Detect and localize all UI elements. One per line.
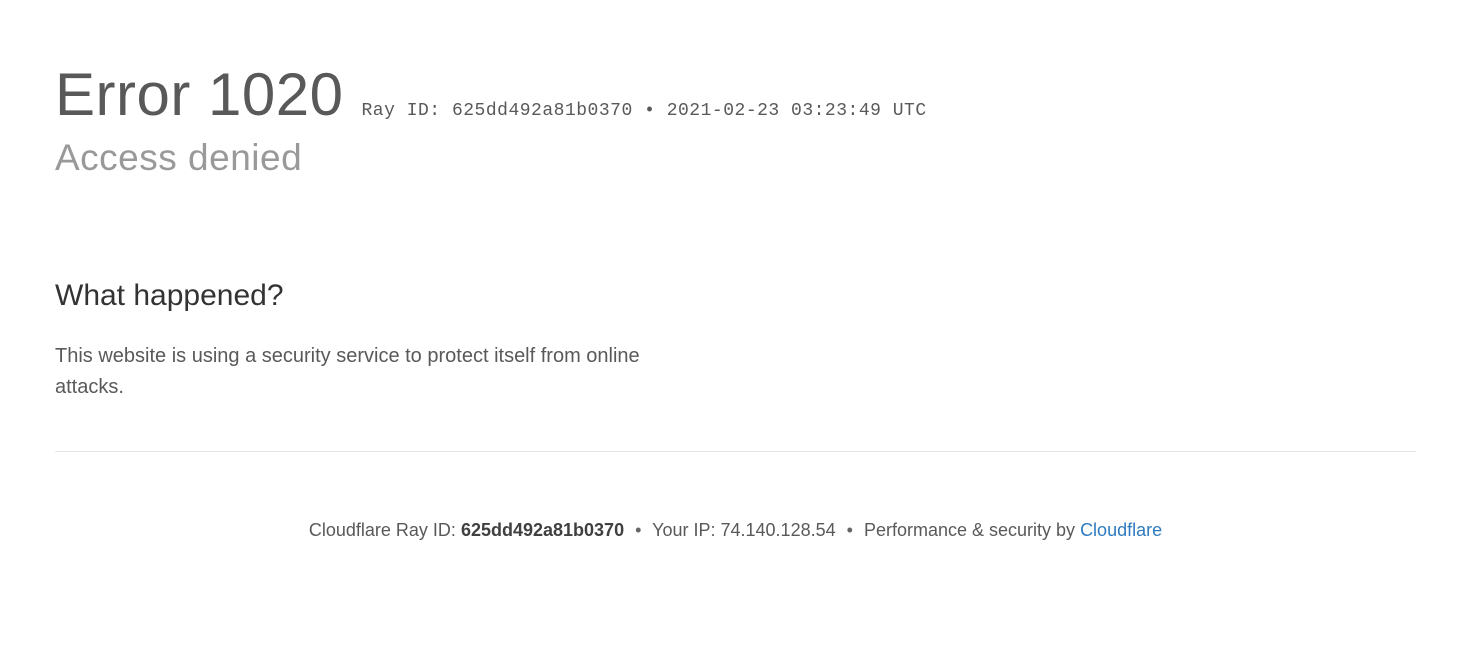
error-label: Error	[55, 61, 191, 128]
error-code: Error 1020	[55, 60, 344, 129]
cloudflare-link[interactable]: Cloudflare	[1080, 520, 1162, 540]
error-number: 1020	[208, 61, 343, 128]
footer-separator-2: •	[841, 520, 859, 540]
footer-ip-value: 74.140.128.54	[721, 520, 836, 540]
footer-ray-id: 625dd492a81b0370	[461, 520, 624, 540]
ray-id-label: Ray ID:	[362, 101, 441, 121]
footer-ray-label: Cloudflare Ray ID:	[309, 520, 456, 540]
separator-dot: •	[644, 101, 655, 121]
what-happened-title: What happened?	[55, 279, 1416, 313]
error-header: Error 1020 Ray ID: 625dd492a81b0370 • 20…	[55, 60, 1416, 129]
error-subheading: Access denied	[55, 137, 1416, 179]
timestamp: 2021-02-23 03:23:49 UTC	[667, 101, 927, 121]
footer-perf-label: Performance & security by	[864, 520, 1075, 540]
footer: Cloudflare Ray ID: 625dd492a81b0370 • Yo…	[55, 520, 1416, 541]
footer-ip-label: Your IP:	[652, 520, 715, 540]
ray-info: Ray ID: 625dd492a81b0370 • 2021-02-23 03…	[362, 101, 927, 121]
divider	[55, 451, 1416, 452]
what-happened-body: This website is using a security service…	[55, 341, 705, 403]
ray-id-value: 625dd492a81b0370	[452, 101, 633, 121]
footer-separator-1: •	[629, 520, 647, 540]
